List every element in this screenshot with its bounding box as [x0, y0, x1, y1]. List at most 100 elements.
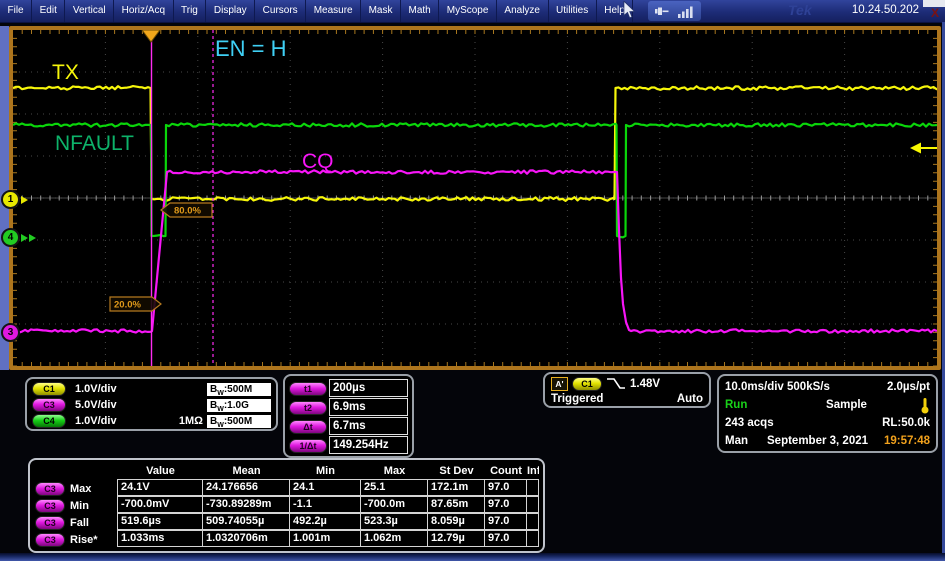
window-frame-bottom [0, 553, 945, 561]
meas-row: C3 Min -700.0mV -730.89289m -1.1 -700.0m 87.65… [34, 496, 539, 514]
acq-mode: Sample [826, 399, 867, 411]
meas-header-cell: St Dev [439, 465, 474, 477]
menu-horiz-acq[interactable]: Horiz/Acq [114, 0, 174, 22]
channel-scale: 1.0V/div [75, 415, 117, 427]
meas-header-cell: Count [490, 465, 522, 477]
cursor-badge[interactable]: 1/Δt [289, 438, 327, 453]
channel-marker-3[interactable]: 3 [1, 323, 20, 342]
channel-marker-circle: 4 [1, 228, 20, 247]
channel-badge[interactable]: C3 [32, 398, 66, 412]
menu-mask[interactable]: Mask [361, 0, 401, 22]
menu-trig[interactable]: Trig [174, 0, 207, 22]
meas-row-label: C3 Max [34, 480, 118, 497]
channel-marker-1[interactable]: 1 [1, 190, 28, 209]
tek-logo: Tek [788, 2, 812, 18]
pin-icon [655, 7, 669, 15]
trigger-mode[interactable]: Auto [677, 393, 703, 405]
menu-bar: File Edit Vertical Horiz/Acq Trig Display Curs… [0, 0, 945, 23]
cursor-value: 149.254Hz [329, 436, 408, 454]
cursor-badge[interactable]: Δt [289, 419, 327, 434]
bandwidth-box[interactable]: BW:1.0G [207, 398, 271, 413]
meas-source-badge[interactable]: C3 [35, 515, 65, 530]
channel-scale: 1.0V/div [75, 383, 117, 395]
menu-vertical[interactable]: Vertical [65, 0, 115, 22]
falling-edge-icon [607, 378, 625, 389]
channel-impedance: 1MΩ [178, 415, 203, 427]
meas-name: Min [70, 499, 89, 512]
trigger-level-arrow[interactable] [910, 142, 921, 154]
meas-source-badge[interactable]: C3 [35, 481, 65, 496]
menu-display[interactable]: Display [206, 0, 256, 22]
meas-cell: -1.1 [289, 496, 361, 513]
acq-row-count: 243 acqs RL:50.0k [725, 414, 930, 432]
cursor-readout-panel: t1 200µs t2 6.9ms Δt 6.7ms 1/Δt 149.254Hz [283, 374, 414, 458]
waveform-display: 80.0% 20.0% TX NFAULT CQ EN = H [9, 26, 941, 370]
meas-cell: -700.0mV [117, 496, 203, 513]
bandwidth-box[interactable]: BW:500M [207, 414, 271, 429]
meas-row: C3 Rise* 1.033ms 1.0320706m 1.001m 1.062m 12.7… [34, 530, 539, 548]
meas-cell: 97.0 [484, 479, 527, 496]
menu-utilities[interactable]: Utilities [549, 0, 597, 22]
status-tray [648, 1, 701, 21]
bandwidth-box[interactable]: BW:500M [207, 382, 271, 397]
channel-marker-arrow [21, 233, 28, 242]
meas-cell [526, 496, 539, 513]
menu-cursors[interactable]: Cursors [255, 0, 307, 22]
trigger-status: Triggered [551, 392, 604, 405]
date-readout: September 3, 2021 [767, 435, 869, 447]
trigger-channel-badge[interactable]: C1 [572, 376, 602, 391]
meas-row-label: C3 Fall [34, 514, 118, 531]
sample-resolution: 2.0µs/pt [886, 381, 930, 393]
menu-measure[interactable]: Measure [306, 0, 362, 22]
meas-cell: -700.0m [360, 496, 428, 513]
waveform-plot: 80.0% 20.0% TX NFAULT CQ EN = H [13, 30, 937, 366]
menu-math[interactable]: Math [401, 0, 440, 22]
meas-cell: 1.001m [289, 530, 361, 547]
meas-header-cell: Info [527, 465, 539, 477]
channel-marker-circle: 3 [1, 323, 20, 342]
meas-cell: 509.74055µ [202, 513, 290, 530]
menu-analyze[interactable]: Analyze [497, 0, 549, 22]
measurement-table: Value Mean Min Max St Dev Count Info C3 Max 24.1V… [28, 458, 545, 553]
menu-items: File Edit Vertical Horiz/Acq Trig Display Curs… [0, 0, 634, 22]
trigger-row-status: Triggered Auto [551, 391, 703, 406]
meas-cell: 8.059µ [427, 513, 485, 530]
acq-count: 243 acqs [725, 417, 774, 429]
waveform-label-en-h: EN = H [215, 36, 287, 61]
cursor-badge[interactable]: t2 [289, 400, 327, 415]
meas-name: Max [70, 482, 92, 495]
run-state[interactable]: Run [725, 399, 773, 411]
meas-header-cell: Value [146, 465, 175, 477]
channel-marker-circle: 1 [1, 190, 20, 209]
channel-row: C1 1.0V/div BW:500M [32, 381, 271, 397]
meas-cell: 519.6µs [117, 513, 203, 530]
signal-bars-icon [678, 6, 693, 18]
close-button[interactable]: X [931, 7, 939, 19]
acq-row-state: Run Sample [725, 396, 930, 414]
svg-text:80.0%: 80.0% [174, 206, 201, 217]
oscilloscope-screen: File Edit Vertical Horiz/Acq Trig Display Curs… [0, 0, 945, 561]
meas-cell: 24.1 [289, 479, 361, 496]
channel-badge[interactable]: C1 [32, 382, 66, 396]
menu-edit[interactable]: Edit [32, 0, 66, 22]
meas-cell: 12.79µ [427, 530, 485, 547]
trigger-row-settings: A' C1 1.48V [551, 376, 703, 391]
meas-source-badge[interactable]: C3 [35, 532, 65, 547]
channel-scale-panel: C1 1.0V/div BW:500M C3 5.0V/div BW:1.0G C4 1.0V… [25, 377, 278, 431]
meas-cell: -730.89289m [202, 496, 290, 513]
meas-header-cell [34, 463, 118, 480]
cursor-badge[interactable]: t1 [289, 381, 327, 396]
menu-myscope[interactable]: MyScope [439, 0, 497, 22]
meas-cell: 97.0 [484, 496, 527, 513]
channel-badge[interactable]: C4 [32, 414, 66, 428]
mouse-pointer-icon [622, 0, 637, 24]
trigger-position-marker[interactable] [141, 30, 161, 43]
menu-file[interactable]: File [0, 0, 33, 22]
cursor-row: t2 6.9ms [289, 398, 408, 417]
meas-cell: 24.1V [117, 479, 203, 496]
meas-name: Fall [70, 516, 89, 529]
meas-source-badge[interactable]: C3 [35, 498, 65, 513]
channel-marker-4[interactable]: 4 [1, 228, 36, 247]
meas-header-cell: Mean [232, 465, 261, 477]
trigger-source-badge[interactable]: A' [551, 376, 568, 391]
